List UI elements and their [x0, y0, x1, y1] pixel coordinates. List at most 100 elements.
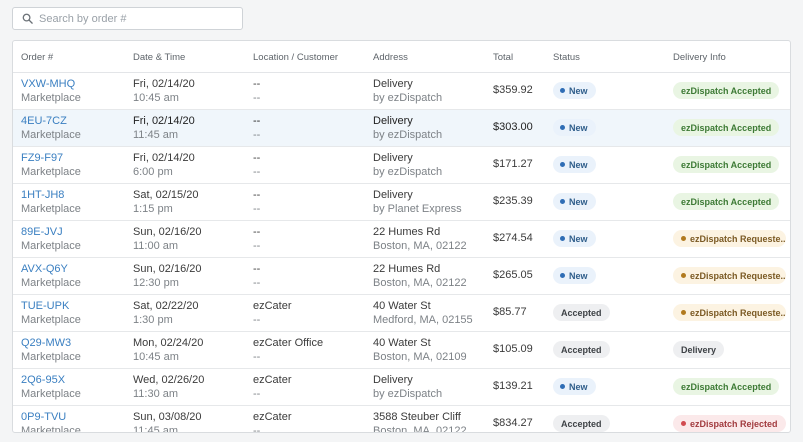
table-row[interactable]: 89E-JVJ Marketplace Sun, 02/16/20 11:00 am -… [13, 221, 790, 258]
order-customer: -- [253, 92, 261, 104]
order-customer: -- [253, 351, 261, 363]
delivery-label: ezDispatch Accepted [681, 196, 772, 207]
search-box[interactable] [12, 7, 243, 30]
address-line1: Delivery [373, 189, 413, 201]
table-row[interactable]: FZ9-F97 Marketplace Fri, 02/14/20 6:00 pm --… [13, 147, 790, 184]
address-line1: 3588 Steuber Cliff [373, 411, 461, 423]
order-customer: -- [253, 166, 261, 178]
order-id-link[interactable]: TUE-UPK [21, 299, 81, 313]
delivery-label: ezDispatch Accepted [681, 381, 772, 392]
order-id-link[interactable]: 89E-JVJ [21, 225, 81, 239]
order-id-link[interactable]: 4EU-7CZ [21, 114, 81, 128]
order-time: 1:15 pm [133, 203, 173, 215]
date-time-cell: Sun, 02/16/20 11:00 am [133, 225, 202, 253]
search-input[interactable] [39, 12, 229, 25]
delivery-badge: ezDispatch Rejected [673, 415, 786, 432]
address-line2: by ezDispatch [373, 388, 443, 400]
table-row[interactable]: VXW-MHQ Marketplace Fri, 02/14/20 10:45 am -… [13, 73, 790, 110]
address-cell: Delivery by Planet Express [373, 188, 462, 216]
column-header-total[interactable]: Total [493, 52, 513, 63]
table-row[interactable]: Q29-MW3 Marketplace Mon, 02/24/20 10:45 am e… [13, 332, 790, 369]
address-cell: 22 Humes Rd Boston, MA, 02122 [373, 262, 467, 290]
order-cell: 0P9-TVU Marketplace [21, 410, 81, 433]
table-header: Order # Date & Time Location / Customer … [13, 41, 790, 73]
status-badge: New [553, 156, 596, 173]
delivery-badge: ezDispatch Requeste... [673, 267, 786, 284]
status-badge: New [553, 82, 596, 99]
column-header-delivery-info[interactable]: Delivery Info [673, 52, 726, 63]
location-customer-cell: -- -- [253, 262, 260, 290]
column-header-location-customer[interactable]: Location / Customer [253, 52, 338, 63]
address-cell: 40 Water St Medford, MA, 02155 [373, 299, 473, 327]
status-label: New [569, 381, 588, 392]
order-id-link[interactable]: FZ9-F97 [21, 151, 81, 165]
order-id-link[interactable]: 0P9-TVU [21, 410, 81, 424]
order-cell: TUE-UPK Marketplace [21, 299, 81, 327]
order-location: ezCater Office [253, 337, 324, 349]
table-row[interactable]: 2Q6-95X Marketplace Wed, 02/26/20 11:30 am e… [13, 369, 790, 406]
column-header-order[interactable]: Order # [21, 52, 53, 63]
order-id-link[interactable]: Q29-MW3 [21, 336, 81, 350]
order-cell: 2Q6-95X Marketplace [21, 373, 81, 401]
order-cell: 89E-JVJ Marketplace [21, 225, 81, 253]
table-row[interactable]: 0P9-TVU Marketplace Sun, 03/08/20 11:45 am e… [13, 406, 790, 433]
order-time: 10:45 am [133, 92, 179, 104]
status-label: New [569, 233, 588, 244]
order-source: Marketplace [21, 314, 81, 326]
order-location: -- [253, 189, 261, 201]
date-time-cell: Sun, 03/08/20 11:45 am [133, 410, 202, 432]
table-row[interactable]: TUE-UPK Marketplace Sat, 02/22/20 1:30 pm ez… [13, 295, 790, 332]
order-id-link[interactable]: VXW-MHQ [21, 77, 81, 91]
order-cell: 4EU-7CZ Marketplace [21, 114, 81, 142]
address-line1: Delivery [373, 78, 413, 90]
order-location: -- [253, 152, 261, 164]
location-customer-cell: ezCater -- [253, 373, 292, 401]
order-id-link[interactable]: 1HT-JH8 [21, 188, 81, 202]
order-source: Marketplace [21, 425, 81, 433]
address-line2: Medford, MA, 02155 [373, 314, 473, 326]
location-customer-cell: -- -- [253, 77, 260, 105]
delivery-label: Delivery [681, 344, 717, 355]
table-row[interactable]: 4EU-7CZ Marketplace Fri, 02/14/20 11:45 am -… [13, 110, 790, 147]
column-header-date-time[interactable]: Date & Time [133, 52, 185, 63]
status-dot-icon [560, 384, 565, 389]
delivery-badge: ezDispatch Accepted [673, 82, 780, 99]
order-source: Marketplace [21, 166, 81, 178]
status-badge: Accepted [553, 415, 610, 432]
order-location: -- [253, 226, 261, 238]
delivery-status-dot-icon [681, 236, 686, 241]
delivery-label: ezDispatch Requeste... [690, 270, 786, 281]
order-date: Fri, 02/14/20 [133, 78, 195, 90]
order-source: Marketplace [21, 240, 81, 252]
order-location: -- [253, 115, 261, 127]
address-line1: Delivery [373, 374, 413, 386]
order-location: ezCater [253, 411, 292, 423]
delivery-label: ezDispatch Rejected [690, 418, 778, 429]
address-cell: 3588 Steuber Cliff Boston, MA, 02122 [373, 410, 467, 432]
order-date: Mon, 02/24/20 [133, 337, 204, 349]
delivery-label: ezDispatch Accepted [681, 85, 772, 96]
order-total: $171.27 [493, 158, 533, 170]
column-header-address[interactable]: Address [373, 52, 408, 63]
delivery-status-dot-icon [681, 273, 686, 278]
address-cell: Delivery by ezDispatch [373, 151, 442, 179]
order-total: $85.77 [493, 306, 527, 318]
order-location: -- [253, 78, 261, 90]
order-time: 6:00 pm [133, 166, 173, 178]
order-total: $235.39 [493, 195, 533, 207]
address-line2: Boston, MA, 02122 [373, 240, 467, 252]
status-badge: Accepted [553, 341, 610, 358]
order-id-link[interactable]: AVX-Q6Y [21, 262, 81, 276]
table-row[interactable]: 1HT-JH8 Marketplace Sat, 02/15/20 1:15 pm --… [13, 184, 790, 221]
location-customer-cell: ezCater -- [253, 299, 292, 327]
status-label: Accepted [561, 418, 602, 429]
table-row[interactable]: AVX-Q6Y Marketplace Sun, 02/16/20 12:30 pm -… [13, 258, 790, 295]
order-id-link[interactable]: 2Q6-95X [21, 373, 81, 387]
column-header-status[interactable]: Status [553, 52, 580, 63]
order-total: $834.27 [493, 417, 533, 429]
status-badge: New [553, 193, 596, 210]
delivery-status-dot-icon [681, 310, 686, 315]
status-label: New [569, 270, 588, 281]
status-badge: New [553, 230, 596, 247]
date-time-cell: Mon, 02/24/20 10:45 am [133, 336, 203, 364]
